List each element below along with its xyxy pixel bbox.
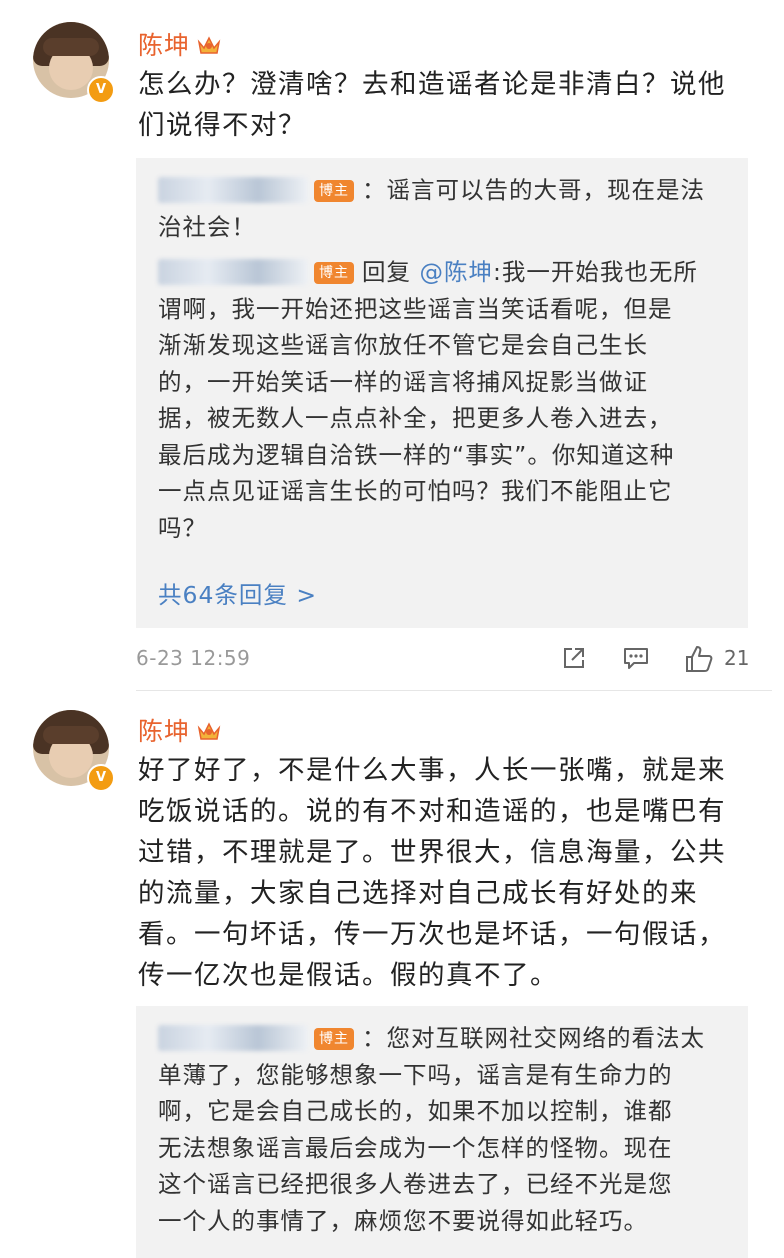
blurred-username bbox=[158, 259, 308, 285]
reply-item[interactable]: 博主 ：您对互联网社交网络的看法太 单薄了，您能够想象一下吗，谣言是有生命力的 啊… bbox=[158, 1020, 728, 1239]
reply-text: 治社会！ bbox=[158, 212, 256, 241]
reply-prefix: 回复 bbox=[362, 258, 411, 286]
comment-icon[interactable] bbox=[622, 644, 650, 672]
comment-1: V 陈坤 怎么办？澄清啥？去和造谣者论是非清白？说他 们说得不对？ 博主 ：谣言可… bbox=[0, 0, 784, 700]
comment-text-line: 看。一句坏话，传一万次也是坏话，一句假话， bbox=[138, 919, 726, 950]
comment-text: 怎么办？澄清啥？去和造谣者论是非清白？说他 们说得不对？ bbox=[138, 64, 748, 146]
reply-text: 一点点见证谣言生长的可怕吗？我们不能阻止它 bbox=[158, 477, 673, 505]
comment-text-line: 的流量，大家自己选择对自己成长有好处的来 bbox=[138, 878, 698, 909]
verified-badge-icon: V bbox=[87, 76, 115, 104]
reply-text: 渐渐发现这些谣言你放任不管它是会自己生长 bbox=[158, 331, 648, 359]
reply-text: ：谣言可以告的大哥，现在是法 bbox=[362, 176, 705, 204]
comment-text-line: 过错，不理就是了。世界很大，信息海量，公共 bbox=[138, 837, 726, 868]
comment-text-line: 怎么办？澄清啥？去和造谣者论是非清白？说他 bbox=[138, 69, 726, 100]
reply-text: 据，被无数人一点点补全，把更多人卷入进去， bbox=[158, 404, 673, 432]
reply-box: 博主 ：谣言可以告的大哥，现在是法 治社会！ 博主 回复 @陈坤:我一开始我也无所 … bbox=[136, 158, 748, 628]
reply-text: 啊，它是会自己成长的，如果不加以控制，谁都 bbox=[158, 1097, 673, 1125]
host-tag: 博主 bbox=[314, 180, 354, 202]
blurred-username bbox=[158, 1025, 308, 1051]
avatar[interactable]: V bbox=[33, 710, 115, 792]
crown-icon bbox=[197, 36, 221, 54]
reply-text: 这个谣言已经把很多人卷进去了，已经不光是您 bbox=[158, 1170, 673, 1198]
avatar[interactable]: V bbox=[33, 22, 115, 104]
comment-text-line: 传一亿次也是假话。假的真不了。 bbox=[138, 960, 558, 991]
reply-text: ：您对互联网社交网络的看法太 bbox=[362, 1024, 705, 1052]
verified-badge-icon: V bbox=[87, 764, 115, 792]
comment-2: V 陈坤 好了好了，不是什么大事，人长一张嘴，就是来 吃饭说话的。说的有不对和造… bbox=[0, 700, 784, 1258]
timestamp: 6-23 12:59 bbox=[136, 646, 251, 670]
reply-text: 无法想象谣言最后会成为一个怎样的怪物。现在 bbox=[158, 1133, 673, 1162]
reply-box: 博主 ：您对互联网社交网络的看法太 单薄了，您能够想象一下吗，谣言是有生命力的 啊… bbox=[136, 1006, 748, 1258]
share-icon[interactable] bbox=[560, 644, 588, 672]
reply-text: 单薄了，您能够想象一下吗，谣言是有生命力的 bbox=[158, 1060, 673, 1089]
like-count: 21 bbox=[724, 646, 750, 670]
comment-text: 好了好了，不是什么大事，人长一张嘴，就是来 吃饭说话的。说的有不对和造谣的，也是… bbox=[138, 750, 748, 996]
comment-text-line: 吃饭说话的。说的有不对和造谣的，也是嘴巴有 bbox=[138, 796, 726, 827]
author-name[interactable]: 陈坤 bbox=[138, 712, 222, 748]
reply-item[interactable]: 博主 ：谣言可以告的大哥，现在是法 治社会！ bbox=[158, 172, 728, 245]
more-replies-link[interactable]: 共64条回复 > bbox=[158, 576, 317, 610]
comment-text-line: 好了好了，不是什么大事，人长一张嘴，就是来 bbox=[138, 755, 726, 786]
comment-text-line: 们说得不对？ bbox=[138, 110, 306, 141]
author-name-text: 陈坤 bbox=[138, 717, 191, 746]
reply-text: :我一开始我也无所 bbox=[492, 258, 698, 286]
thumbs-up-icon[interactable] bbox=[684, 644, 714, 674]
reply-text: 的，一开始笑话一样的谣言将捕风捉影当做证 bbox=[158, 367, 648, 396]
comment-meta: 6-23 12:59 21 bbox=[136, 642, 750, 676]
reply-text: 一个人的事情了，麻烦您不要说得如此轻巧。 bbox=[158, 1206, 648, 1235]
reply-text: 吗？ bbox=[158, 513, 207, 542]
reply-text: 谓啊，我一开始还把这些谣言当笑话看呢，但是 bbox=[158, 294, 673, 323]
mention-link[interactable]: @陈坤 bbox=[419, 258, 493, 286]
author-name-text: 陈坤 bbox=[138, 31, 191, 60]
host-tag: 博主 bbox=[314, 262, 354, 284]
crown-icon bbox=[197, 722, 221, 740]
reply-item[interactable]: 博主 回复 @陈坤:我一开始我也无所 谓啊，我一开始还把这些谣言当笑话看呢，但是 … bbox=[158, 254, 728, 546]
blurred-username bbox=[158, 177, 308, 203]
reply-text: 最后成为逻辑自洽铁一样的“事实”。你知道这种 bbox=[158, 440, 675, 469]
comment-divider bbox=[136, 690, 772, 691]
author-name[interactable]: 陈坤 bbox=[138, 26, 222, 62]
host-tag: 博主 bbox=[314, 1028, 354, 1050]
